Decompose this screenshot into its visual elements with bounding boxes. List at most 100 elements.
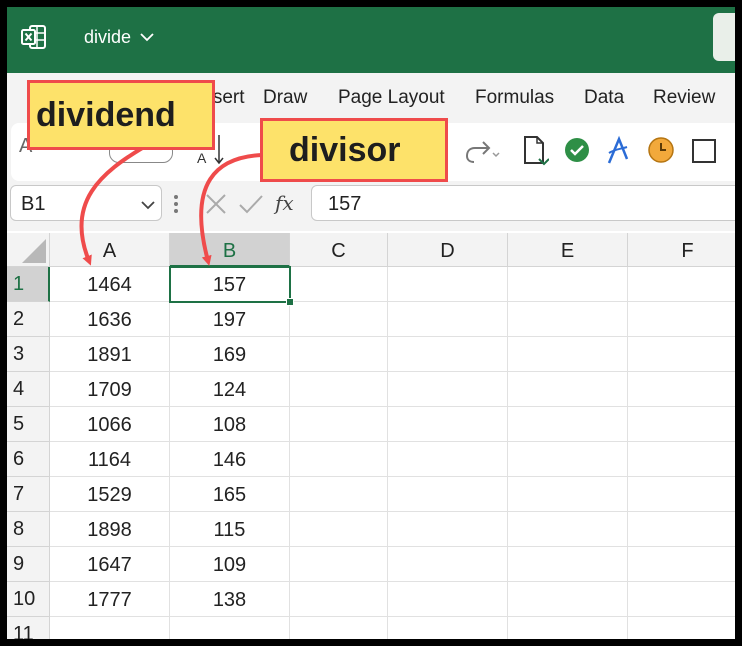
select-all-button[interactable] [7, 233, 50, 267]
insert-function-button[interactable]: fx [275, 191, 294, 215]
cell-d7[interactable] [388, 477, 508, 512]
cell-a11[interactable] [50, 617, 170, 639]
cell-d4[interactable] [388, 372, 508, 407]
row-header-9[interactable]: 9 [7, 547, 50, 582]
cell-d8[interactable] [388, 512, 508, 547]
draw-pen-icon[interactable] [605, 135, 631, 165]
checkbox-icon[interactable] [691, 138, 717, 164]
row-header-6[interactable]: 6 [7, 442, 50, 477]
tab-review[interactable]: Review [653, 87, 715, 109]
cell-a7[interactable]: 1529 [50, 477, 170, 512]
more-options-icon[interactable] [173, 193, 179, 215]
check-circle-icon[interactable] [563, 136, 591, 164]
enter-check-icon[interactable] [237, 191, 265, 217]
clock-icon[interactable] [647, 136, 675, 164]
cell-d2[interactable] [388, 302, 508, 337]
row-header-3[interactable]: 3 [7, 337, 50, 372]
cell-d9[interactable] [388, 547, 508, 582]
cell-a5[interactable]: 1066 [50, 407, 170, 442]
row-header-2[interactable]: 2 [7, 302, 50, 337]
cell-c10[interactable] [290, 582, 388, 617]
cell-c2[interactable] [290, 302, 388, 337]
file-title[interactable]: divide [84, 27, 131, 48]
cell-e5[interactable] [508, 407, 628, 442]
tab-data[interactable]: Data [584, 87, 624, 109]
cell-e8[interactable] [508, 512, 628, 547]
cell-c6[interactable] [290, 442, 388, 477]
cell-b5[interactable]: 108 [170, 407, 290, 442]
row-header-4[interactable]: 4 [7, 372, 50, 407]
fill-handle[interactable] [286, 298, 294, 306]
cell-e7[interactable] [508, 477, 628, 512]
cell-c11[interactable] [290, 617, 388, 639]
row-header-8[interactable]: 8 [7, 512, 50, 547]
cell-d10[interactable] [388, 582, 508, 617]
cancel-icon[interactable] [203, 191, 229, 217]
cell-f7[interactable] [628, 477, 735, 512]
column-header-f[interactable]: F [628, 233, 735, 267]
cell-c8[interactable] [290, 512, 388, 547]
cell-e10[interactable] [508, 582, 628, 617]
row-header-10[interactable]: 10 [7, 582, 50, 617]
cell-d1[interactable] [388, 267, 508, 302]
tab-formulas[interactable]: Formulas [475, 87, 554, 109]
chevron-down-icon[interactable] [140, 30, 154, 44]
cell-d11[interactable] [388, 617, 508, 639]
cell-b4[interactable]: 124 [170, 372, 290, 407]
row-header-7[interactable]: 7 [7, 477, 50, 512]
cell-f11[interactable] [628, 617, 735, 639]
cell-f6[interactable] [628, 442, 735, 477]
cell-a9[interactable]: 1647 [50, 547, 170, 582]
chevron-down-icon[interactable] [141, 198, 155, 212]
cell-a4[interactable]: 1709 [50, 372, 170, 407]
cell-a10[interactable]: 1777 [50, 582, 170, 617]
cell-f5[interactable] [628, 407, 735, 442]
cell-f8[interactable] [628, 512, 735, 547]
cell-e6[interactable] [508, 442, 628, 477]
cell-f2[interactable] [628, 302, 735, 337]
cell-a3[interactable]: 1891 [50, 337, 170, 372]
column-header-e[interactable]: E [508, 233, 628, 267]
cell-f4[interactable] [628, 372, 735, 407]
row-header-5[interactable]: 5 [7, 407, 50, 442]
cell-f10[interactable] [628, 582, 735, 617]
cell-e2[interactable] [508, 302, 628, 337]
new-document-icon[interactable] [521, 135, 549, 167]
tab-draw[interactable]: Draw [263, 87, 307, 109]
cell-e9[interactable] [508, 547, 628, 582]
cell-a6[interactable]: 1164 [50, 442, 170, 477]
name-box[interactable]: B1 [10, 185, 162, 221]
cell-b6[interactable]: 146 [170, 442, 290, 477]
cell-a8[interactable]: 1898 [50, 512, 170, 547]
cell-b11[interactable] [170, 617, 290, 639]
cell-b9[interactable]: 109 [170, 547, 290, 582]
cell-b3[interactable]: 169 [170, 337, 290, 372]
cell-f9[interactable] [628, 547, 735, 582]
cell-e11[interactable] [508, 617, 628, 639]
cell-c3[interactable] [290, 337, 388, 372]
cell-e1[interactable] [508, 267, 628, 302]
cell-f1[interactable] [628, 267, 735, 302]
cell-b7[interactable]: 165 [170, 477, 290, 512]
cell-a1[interactable]: 1464 [50, 267, 170, 302]
row-header-1[interactable]: 1 [7, 267, 50, 302]
cell-c5[interactable] [290, 407, 388, 442]
cell-d6[interactable] [388, 442, 508, 477]
column-header-d[interactable]: D [388, 233, 508, 267]
formula-input[interactable]: 157 [311, 185, 735, 221]
cell-b8[interactable]: 115 [170, 512, 290, 547]
cell-c4[interactable] [290, 372, 388, 407]
column-header-c[interactable]: C [290, 233, 388, 267]
column-header-a[interactable]: A [50, 233, 170, 267]
cell-c1[interactable] [290, 267, 388, 302]
title-bar-button[interactable] [713, 13, 735, 61]
cell-d5[interactable] [388, 407, 508, 442]
cell-b2[interactable]: 197 [170, 302, 290, 337]
cell-e3[interactable] [508, 337, 628, 372]
column-header-b[interactable]: B [170, 233, 290, 267]
cell-b10[interactable]: 138 [170, 582, 290, 617]
cell-f3[interactable] [628, 337, 735, 372]
cell-d3[interactable] [388, 337, 508, 372]
cell-c9[interactable] [290, 547, 388, 582]
cell-c7[interactable] [290, 477, 388, 512]
